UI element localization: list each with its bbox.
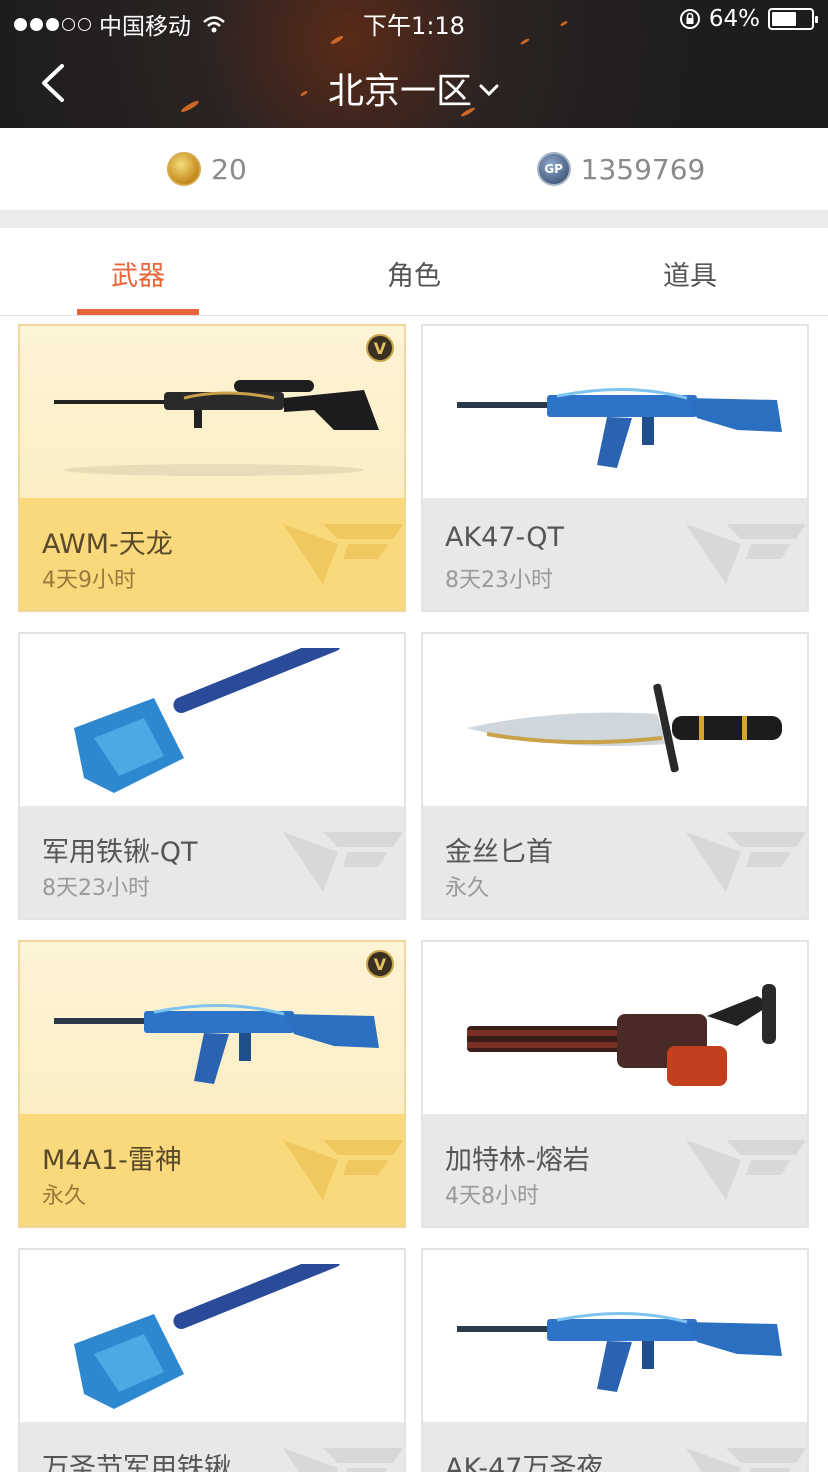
vip-badge-icon: V — [366, 334, 394, 362]
battery-icon — [768, 8, 818, 30]
gp-points: GP 1359769 — [414, 128, 828, 210]
weapon-image — [20, 1250, 404, 1422]
weapon-duration: 8天23小时 — [445, 568, 553, 593]
tab-items[interactable]: 道具 — [552, 228, 828, 315]
weapon-duration: 4天8小时 — [445, 1184, 539, 1209]
shovel-icon — [34, 1251, 394, 1418]
cf-logo-watermark-icon — [283, 524, 403, 584]
gp-points-value: 1359769 — [580, 152, 706, 186]
weapon-name: 加特林-熔岩 — [445, 1145, 590, 1176]
weapon-name: AK47-QT — [445, 522, 565, 553]
battery-percent: 64% — [708, 6, 760, 32]
weapon-image — [20, 634, 404, 806]
weapon-name: AK-47万圣夜 — [445, 1453, 604, 1472]
cf-logo-watermark-icon — [686, 832, 806, 892]
weapon-info: AWM-天龙 4天9小时 — [20, 498, 404, 610]
tab-weapons-label: 武器 — [111, 261, 165, 292]
cf-logo-watermark-icon — [686, 524, 806, 584]
status-bar: 中国移动 下午1:18 64% — [0, 0, 828, 40]
weapon-duration: 8天23小时 — [42, 876, 150, 901]
weapon-name: M4A1-雷神 — [42, 1145, 182, 1176]
assault-rifle-icon — [34, 956, 394, 1110]
category-tabs: 武器 角色 道具 — [0, 228, 828, 316]
server-selector[interactable]: 北京一区 — [0, 62, 828, 114]
shovel-icon — [34, 635, 394, 802]
active-tab-indicator — [77, 309, 199, 315]
chevron-down-icon — [479, 84, 499, 97]
sniper-rifle-icon — [34, 340, 394, 494]
cf-coin-icon — [167, 152, 202, 186]
weapon-name: 军用铁锹-QT — [42, 837, 198, 868]
weapon-name: 金丝匕首 — [445, 837, 553, 868]
cf-logo-watermark-icon — [686, 1140, 806, 1200]
weapon-info: 加特林-熔岩 4天8小时 — [423, 1114, 807, 1226]
weapon-info: AK47-QT 8天23小时 — [423, 498, 807, 610]
weapon-name: 万圣节军用铁锹 — [42, 1453, 231, 1472]
weapon-card[interactable]: 加特林-熔岩 4天8小时 — [421, 940, 809, 1228]
weapon-info: 金丝匕首 永久 — [423, 806, 807, 918]
knife-icon — [437, 648, 797, 802]
weapon-card[interactable]: 万圣节军用铁锹 — [18, 1248, 406, 1472]
weapon-image: V — [20, 942, 404, 1114]
weapon-image: V — [20, 326, 404, 498]
weapon-card[interactable]: V M4A1-雷神永久 — [18, 940, 406, 1228]
cf-logo-watermark-icon — [283, 832, 403, 892]
weapon-image — [423, 1250, 807, 1422]
weapon-card[interactable]: 金丝匕首 永久 — [421, 632, 809, 920]
cf-logo-watermark-icon — [283, 1448, 403, 1472]
cf-logo-watermark-icon — [686, 1448, 806, 1472]
weapon-image — [423, 634, 807, 806]
currency-bar: 20 GP 1359769 — [0, 128, 828, 210]
assault-rifle-icon — [437, 1264, 797, 1418]
cf-logo-watermark-icon — [283, 1140, 403, 1200]
weapon-duration: 永久 — [42, 1184, 87, 1209]
weapon-info: M4A1-雷神永久 — [20, 1114, 404, 1226]
weapon-image — [423, 326, 807, 498]
server-name: 北京一区 — [327, 71, 472, 112]
weapon-info: AK-47万圣夜 — [423, 1422, 807, 1472]
vip-badge-icon: V — [366, 950, 394, 978]
weapon-name: AWM-天龙 — [42, 529, 173, 560]
tab-weapons[interactable]: 武器 — [0, 228, 276, 315]
weapon-info: 万圣节军用铁锹 — [20, 1422, 404, 1472]
cf-points-value: 20 — [211, 152, 247, 186]
tab-items-label: 道具 — [663, 261, 717, 292]
weapon-card[interactable]: AK-47万圣夜 — [421, 1248, 809, 1472]
weapon-card[interactable]: AK47-QT 8天23小时 — [421, 324, 809, 612]
weapon-card[interactable]: 军用铁锹-QT 8天23小时 — [18, 632, 406, 920]
weapon-card[interactable]: V AWM-天龙 4天9小时 — [18, 324, 406, 612]
tab-characters-label: 角色 — [387, 261, 441, 292]
top-header: 中国移动 下午1:18 64% 北京一区 — [0, 0, 828, 128]
weapon-info: 军用铁锹-QT 8天23小时 — [20, 806, 404, 918]
rotation-lock-icon — [679, 9, 700, 29]
cf-points: 20 — [0, 128, 414, 210]
item-grid: V AWM-天龙 4天9小时 AK47-QT 8天23小时 军用铁锹-QT 8天23小时 金丝… — [0, 316, 828, 1472]
weapon-image — [423, 942, 807, 1114]
assault-rifle-icon — [437, 340, 797, 494]
weapon-duration: 4天9小时 — [42, 568, 136, 593]
gp-coin-icon: GP — [536, 152, 571, 186]
gatling-gun-icon — [437, 956, 797, 1110]
weapon-duration: 永久 — [445, 876, 490, 901]
tab-characters[interactable]: 角色 — [276, 228, 552, 315]
